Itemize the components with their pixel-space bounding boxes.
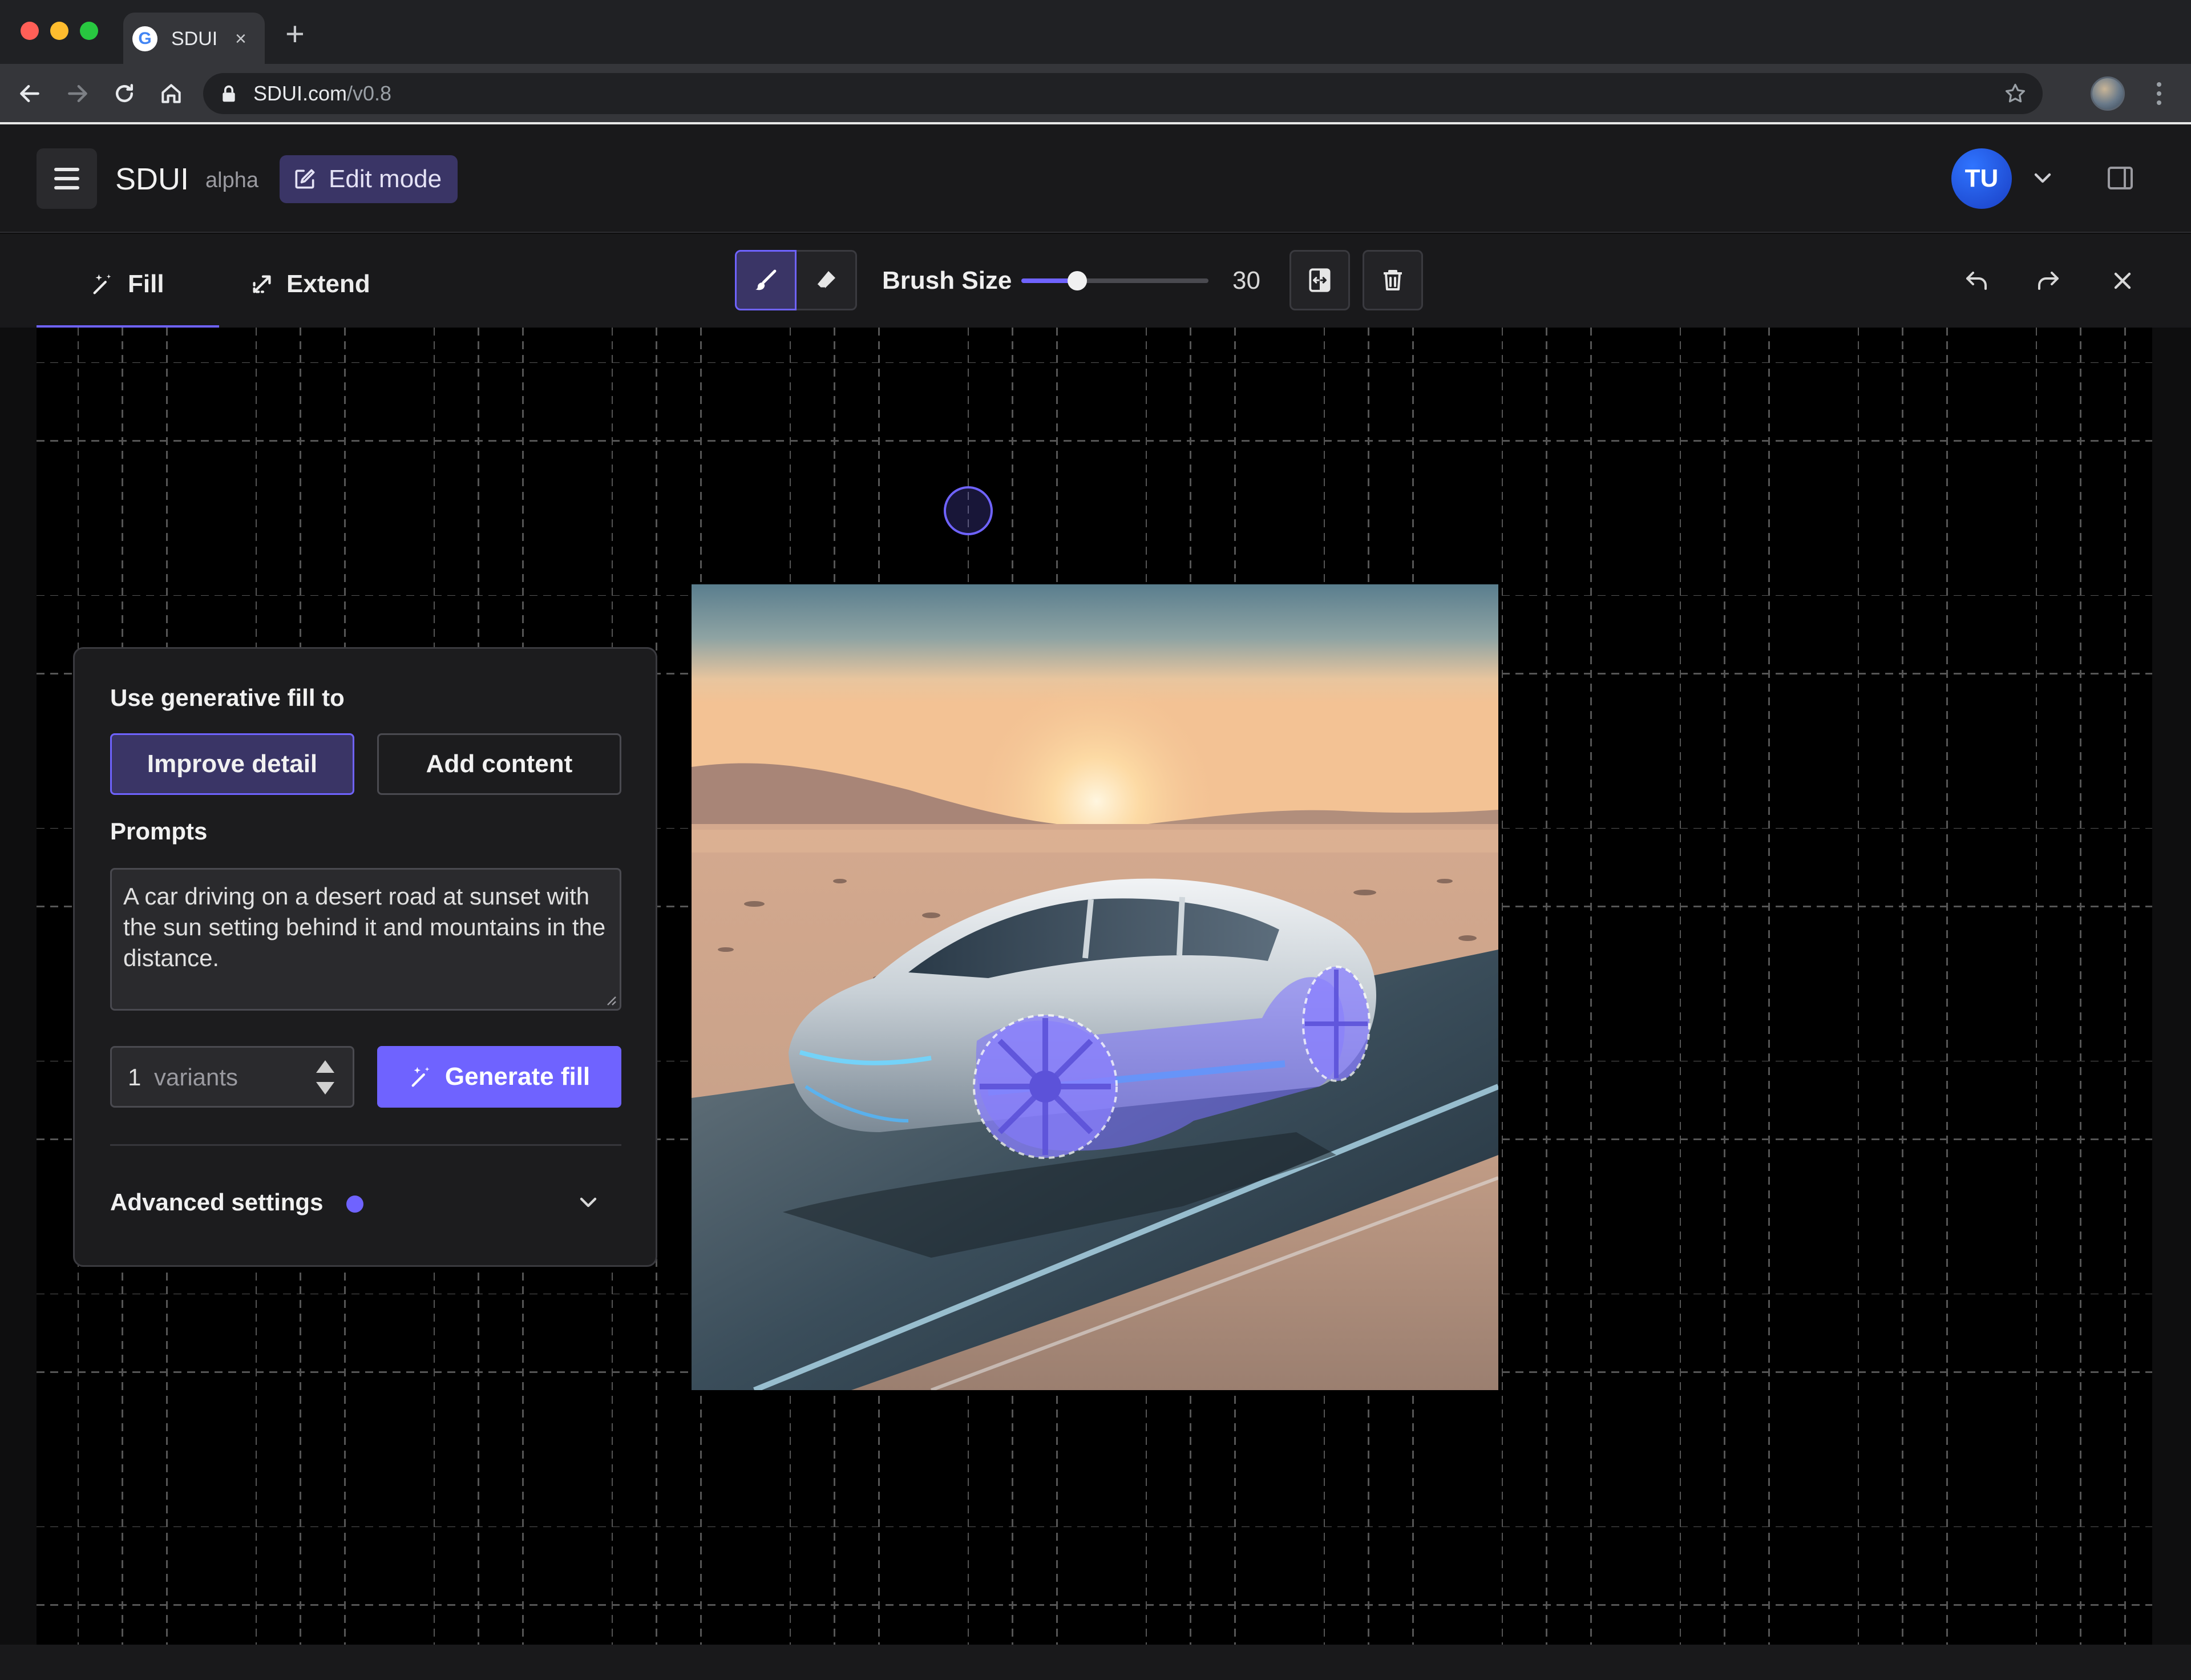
brush-size-label: Brush Size bbox=[882, 266, 1012, 294]
panel-heading: Use generative fill to bbox=[110, 684, 345, 711]
edit-icon bbox=[295, 169, 315, 189]
window-close-control[interactable] bbox=[21, 22, 39, 40]
edit-mode-button[interactable]: Edit mode bbox=[280, 155, 458, 203]
stepper-up-icon[interactable] bbox=[316, 1060, 334, 1073]
car-desert-sunset-image bbox=[692, 584, 1498, 1390]
brush-cursor bbox=[944, 486, 993, 535]
eraser-tool-button[interactable] bbox=[797, 250, 857, 310]
stepper-down-icon[interactable] bbox=[316, 1082, 334, 1095]
sidebar-toggle-icon[interactable] bbox=[2108, 167, 2133, 189]
browser-profile-avatar[interactable] bbox=[2091, 76, 2125, 111]
url-path: /v0.8 bbox=[347, 82, 392, 105]
redo-icon[interactable] bbox=[2031, 264, 2065, 298]
url-text: SDUI.com/v0.8 bbox=[253, 82, 391, 105]
brush-tool-button[interactable] bbox=[735, 250, 797, 310]
reload-icon[interactable] bbox=[107, 76, 142, 111]
new-tab-button[interactable]: + bbox=[285, 18, 305, 51]
menu-icon[interactable] bbox=[37, 148, 97, 209]
tab-title: SDUI bbox=[171, 28, 218, 50]
magic-wand-icon bbox=[93, 274, 111, 294]
browser-menu-icon[interactable] bbox=[2148, 76, 2170, 111]
user-avatar[interactable]: TU bbox=[1951, 148, 2012, 209]
extend-icon bbox=[253, 275, 271, 293]
app-header: SDUI alpha Edit mode TU bbox=[0, 124, 2191, 233]
prompt-textarea[interactable]: A car driving on a desert road at sunset… bbox=[110, 868, 621, 1011]
add-content-button[interactable]: Add content bbox=[377, 733, 621, 795]
brush-size-slider-thumb[interactable] bbox=[1068, 271, 1088, 290]
advanced-settings-label[interactable]: Advanced settings bbox=[110, 1188, 323, 1217]
browser-tab-strip: G SDUI × + bbox=[0, 0, 2191, 64]
resize-grip-icon[interactable] bbox=[605, 995, 617, 1006]
advanced-settings-indicator bbox=[346, 1196, 363, 1213]
generative-fill-panel: Use generative fill to Improve detail Ad… bbox=[73, 647, 657, 1267]
google-favicon-icon: G bbox=[132, 26, 157, 51]
brush-icon bbox=[755, 269, 777, 290]
brand-tag: alpha bbox=[205, 168, 258, 192]
window-zoom-control[interactable] bbox=[80, 22, 98, 40]
tab-extend-label: Extend bbox=[286, 270, 370, 298]
delete-mask-button[interactable] bbox=[1363, 250, 1423, 310]
brush-size-value: 30 bbox=[1232, 266, 1260, 294]
eraser-icon bbox=[816, 271, 835, 289]
generate-fill-button[interactable]: Generate fill bbox=[377, 1046, 621, 1108]
prompts-label: Prompts bbox=[110, 818, 208, 845]
chevron-down-icon[interactable] bbox=[2029, 164, 2056, 192]
edit-mode-label: Edit mode bbox=[329, 165, 442, 193]
invert-mask-icon bbox=[1309, 268, 1331, 292]
undo-icon[interactable] bbox=[1959, 264, 1994, 298]
url-host: SDUI.com bbox=[253, 82, 347, 105]
bookmark-star-icon[interactable] bbox=[2003, 81, 2028, 106]
window-minimize-control[interactable] bbox=[50, 22, 68, 40]
back-icon[interactable] bbox=[13, 76, 47, 111]
trash-icon bbox=[1384, 270, 1402, 290]
variants-unit: variants bbox=[154, 1064, 238, 1091]
browser-toolbar: SDUI.com/v0.8 bbox=[0, 64, 2191, 123]
tab-close-icon[interactable]: × bbox=[235, 26, 246, 51]
panel-divider bbox=[110, 1144, 621, 1146]
tab-extend[interactable]: Extend bbox=[249, 264, 370, 305]
editor-toolbar: Fill Extend Brush Size 30 bbox=[0, 234, 2191, 328]
invert-mask-button[interactable] bbox=[1289, 250, 1350, 310]
address-bar[interactable]: SDUI.com/v0.8 bbox=[203, 73, 2043, 114]
brush-size-slider[interactable] bbox=[1021, 271, 1208, 290]
home-icon[interactable] bbox=[154, 76, 188, 111]
browser-tab[interactable]: G SDUI × bbox=[123, 13, 265, 64]
canvas-image[interactable] bbox=[692, 584, 1498, 1390]
brand-name: SDUI bbox=[115, 162, 189, 196]
improve-detail-button[interactable]: Improve detail bbox=[110, 733, 354, 795]
variants-count: 1 bbox=[128, 1064, 142, 1091]
canvas-bottom-strip bbox=[0, 1645, 2191, 1680]
app-root: G SDUI × + SDUI.com/v0.8 SDUI alpha Edit… bbox=[0, 0, 2191, 1680]
close-icon[interactable] bbox=[2105, 264, 2140, 298]
generate-fill-label: Generate fill bbox=[444, 1063, 591, 1091]
lock-icon bbox=[223, 85, 235, 102]
forward-icon[interactable] bbox=[60, 76, 95, 111]
magic-wand-icon bbox=[411, 1067, 430, 1087]
variants-stepper[interactable]: 1 variants bbox=[110, 1046, 354, 1108]
tab-fill[interactable]: Fill bbox=[90, 264, 164, 305]
tab-fill-label: Fill bbox=[128, 270, 164, 298]
chevron-down-icon[interactable] bbox=[575, 1189, 602, 1216]
